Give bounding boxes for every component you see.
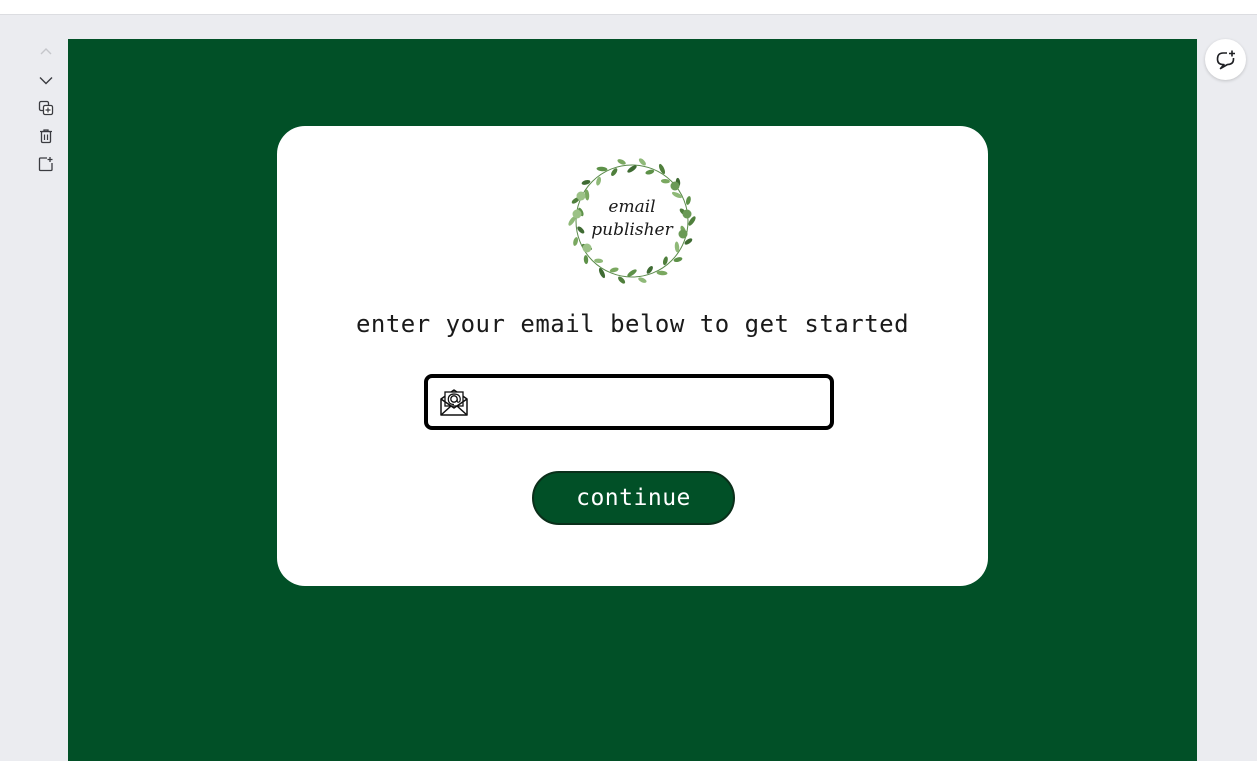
design-canvas: email publisher enter your email below t… — [68, 39, 1197, 761]
svg-text:email: email — [608, 197, 655, 217]
email-publisher-logo: email publisher — [568, 158, 696, 284]
delete-page-button[interactable] — [36, 126, 56, 146]
move-page-down-button[interactable] — [36, 70, 56, 90]
duplicate-page-button[interactable] — [36, 98, 56, 118]
wreath-round-leaf — [582, 243, 592, 253]
wreath-leaf — [573, 237, 579, 246]
move-page-up-button[interactable] — [36, 42, 56, 62]
duplicate-icon — [38, 100, 54, 116]
wreath-round-leaf — [576, 191, 586, 201]
wreath-leaf — [594, 258, 604, 264]
top-toolbar — [0, 0, 1257, 15]
wreath-round-leaf — [678, 229, 688, 239]
add-page-icon — [38, 157, 53, 172]
envelope-at-icon — [440, 389, 468, 416]
continue-button[interactable]: continue — [532, 471, 735, 525]
wreath-leaf — [609, 267, 619, 273]
add-comment-button[interactable] — [1205, 39, 1246, 80]
wreath-round-leaf — [670, 181, 680, 191]
chevron-up-icon — [40, 48, 52, 55]
wreath-leaf — [660, 178, 670, 184]
email-input[interactable] — [470, 377, 830, 427]
svg-text:publisher: publisher — [591, 220, 673, 240]
page-heading: enter your email below to get started — [355, 310, 910, 338]
signup-card: email publisher enter your email below t… — [277, 126, 988, 586]
wreath-leaf — [583, 255, 589, 265]
wreath-leaf — [645, 169, 655, 175]
wreath-leaf — [638, 277, 647, 283]
email-field[interactable] — [424, 374, 834, 430]
trash-icon — [40, 129, 52, 144]
comment-add-icon — [1216, 50, 1235, 69]
add-page-button[interactable] — [36, 154, 56, 174]
wreath-round-leaf — [682, 209, 692, 219]
chevron-down-icon — [39, 77, 53, 85]
page-tools — [34, 42, 58, 174]
wreath-leaf — [685, 196, 691, 205]
wreath-leaf — [617, 159, 626, 165]
wreath-round-leaf — [572, 209, 582, 219]
